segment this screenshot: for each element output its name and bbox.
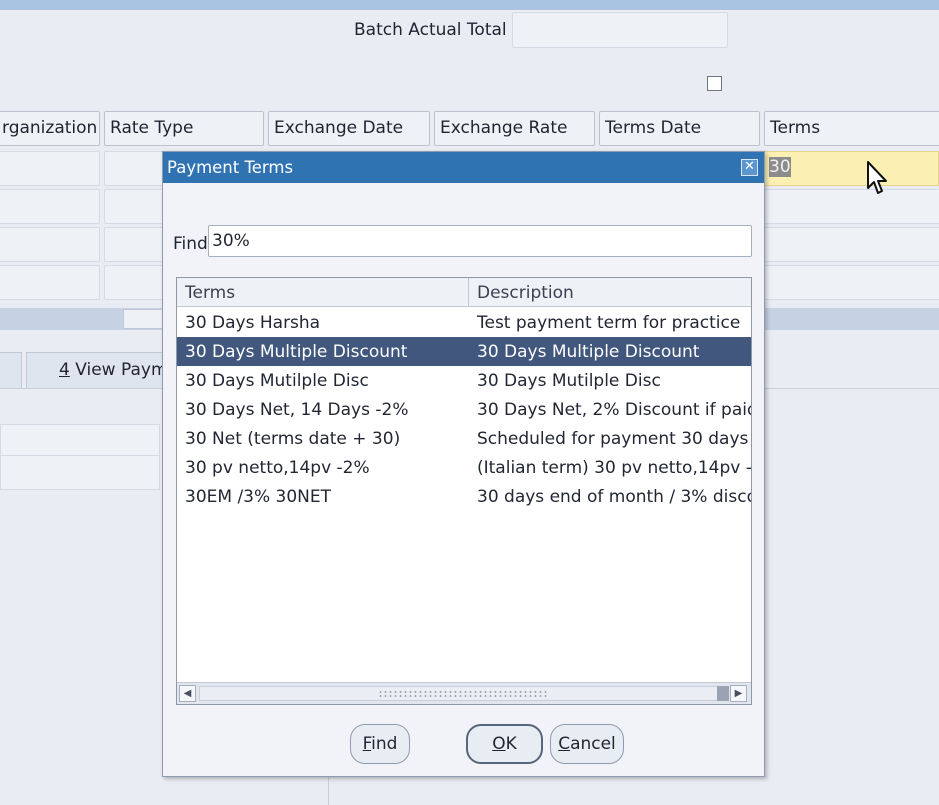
scroll-end-marker bbox=[717, 686, 729, 701]
cancel-button[interactable]: Cancel bbox=[550, 724, 624, 764]
ok-button-label: K bbox=[505, 734, 517, 754]
column-header-organization: rganization bbox=[0, 111, 100, 146]
grid-cell[interactable] bbox=[104, 265, 164, 300]
tab-previous[interactable] bbox=[0, 352, 22, 388]
close-icon[interactable]: ✕ bbox=[741, 159, 758, 176]
find-button-mnemonic: F bbox=[362, 734, 372, 754]
ok-button-mnemonic: O bbox=[492, 734, 506, 754]
divider bbox=[328, 775, 329, 805]
list-scroll-thumb[interactable] bbox=[199, 686, 719, 701]
list-item[interactable]: 30EM /3% 30NET 30 days end of month / 3%… bbox=[177, 482, 751, 511]
form-field[interactable] bbox=[0, 455, 160, 490]
mouse-pointer-icon bbox=[867, 161, 887, 194]
terms-list: Terms Description 30 Days Harsha Test pa… bbox=[176, 277, 752, 705]
list-item-description: 30 Days Multiple Discount bbox=[477, 342, 700, 362]
list-item[interactable]: 30 Days Net, 14 Days -2% 30 Days Net, 2%… bbox=[177, 395, 751, 424]
list-item-selected[interactable]: 30 Days Multiple Discount 30 Days Multip… bbox=[177, 337, 751, 366]
list-item-terms: 30 pv netto,14pv -2% bbox=[185, 458, 370, 478]
dialog-title: Payment Terms bbox=[167, 158, 294, 177]
payment-terms-dialog: Payment Terms ✕ Find Terms Description 3… bbox=[162, 151, 765, 777]
list-item[interactable]: 30 pv netto,14pv -2% (Italian term) 30 p… bbox=[177, 453, 751, 482]
list-item-description: 30 days end of month / 3% discou... bbox=[477, 487, 751, 507]
list-item[interactable]: 30 Net (terms date + 30) Scheduled for p… bbox=[177, 424, 751, 453]
find-button-label: ind bbox=[371, 734, 398, 754]
list-item-terms: 30EM /3% 30NET bbox=[185, 487, 332, 507]
column-header-terms: Terms bbox=[764, 111, 939, 146]
grid-cell[interactable] bbox=[104, 227, 164, 262]
list-header: Terms Description bbox=[177, 278, 751, 307]
list-item-terms: 30 Days Mutilple Disc bbox=[185, 371, 369, 391]
cancel-button-label: ancel bbox=[570, 734, 616, 754]
list-item[interactable]: 30 Days Harsha Test payment term for pra… bbox=[177, 308, 751, 337]
chevron-left-icon[interactable]: ◀ bbox=[179, 685, 196, 702]
grid-cell[interactable] bbox=[0, 227, 100, 262]
cancel-button-mnemonic: C bbox=[558, 734, 571, 754]
find-label: Find bbox=[173, 234, 208, 254]
form-field[interactable] bbox=[0, 424, 160, 459]
list-header-description[interactable]: Description bbox=[469, 278, 751, 306]
list-item-terms: 30 Net (terms date + 30) bbox=[185, 429, 401, 449]
dialog-titlebar[interactable]: Payment Terms bbox=[163, 152, 764, 183]
column-header-exchange-rate: Exchange Rate bbox=[434, 111, 595, 146]
list-item-terms: 30 Days Harsha bbox=[185, 313, 321, 333]
tab-mnemonic: 4 bbox=[59, 360, 70, 380]
list-item-terms: 30 Days Net, 14 Days -2% bbox=[185, 400, 409, 420]
grid-cell[interactable] bbox=[104, 189, 164, 224]
list-header-terms[interactable]: Terms bbox=[177, 278, 469, 306]
grid-cell[interactable] bbox=[764, 265, 939, 300]
list-horizontal-scrollbar[interactable]: ◀ ▶ bbox=[177, 682, 751, 704]
chevron-right-icon[interactable]: ▶ bbox=[730, 685, 747, 702]
grid-cell[interactable] bbox=[764, 189, 939, 224]
find-input[interactable] bbox=[208, 225, 752, 257]
grid-cell[interactable] bbox=[0, 189, 100, 224]
grid-cell[interactable] bbox=[104, 151, 164, 186]
list-item[interactable]: 30 Days Mutilple Disc 30 Days Mutilple D… bbox=[177, 366, 751, 395]
terms-field[interactable]: 30 bbox=[764, 151, 939, 186]
list-item-description: 30 Days Mutilple Disc bbox=[477, 371, 661, 391]
list-item-description: (Italian term) 30 pv netto,14pv -2% bbox=[477, 458, 751, 478]
grid-cell[interactable] bbox=[0, 151, 100, 186]
batch-actual-total-label: Batch Actual Total bbox=[354, 20, 507, 40]
tab-label: View Paym bbox=[69, 360, 166, 380]
grip-icon bbox=[378, 690, 548, 697]
list-item-description: Test payment term for practice bbox=[477, 313, 741, 333]
terms-field-value: 30 bbox=[769, 157, 791, 177]
tab-view-payments[interactable]: 4 View Paym bbox=[26, 352, 166, 388]
grid-cell[interactable] bbox=[0, 265, 100, 300]
list-item-description: 30 Days Net, 2% Discount if paid ... bbox=[477, 400, 751, 420]
find-button[interactable]: Find bbox=[350, 724, 410, 764]
batch-actual-total-field[interactable] bbox=[512, 12, 728, 48]
list-item-terms: 30 Days Multiple Discount bbox=[185, 342, 408, 362]
top-accent-bar bbox=[0, 0, 939, 10]
list-item-description: Scheduled for payment 30 days fr... bbox=[477, 429, 751, 449]
column-header-rate-type: Rate Type bbox=[104, 111, 264, 146]
grid-cell[interactable] bbox=[764, 227, 939, 262]
ok-button[interactable]: OK bbox=[466, 724, 543, 764]
column-header-exchange-date: Exchange Date bbox=[268, 111, 430, 146]
form-checkbox[interactable] bbox=[707, 76, 722, 91]
column-header-terms-date: Terms Date bbox=[599, 111, 760, 146]
